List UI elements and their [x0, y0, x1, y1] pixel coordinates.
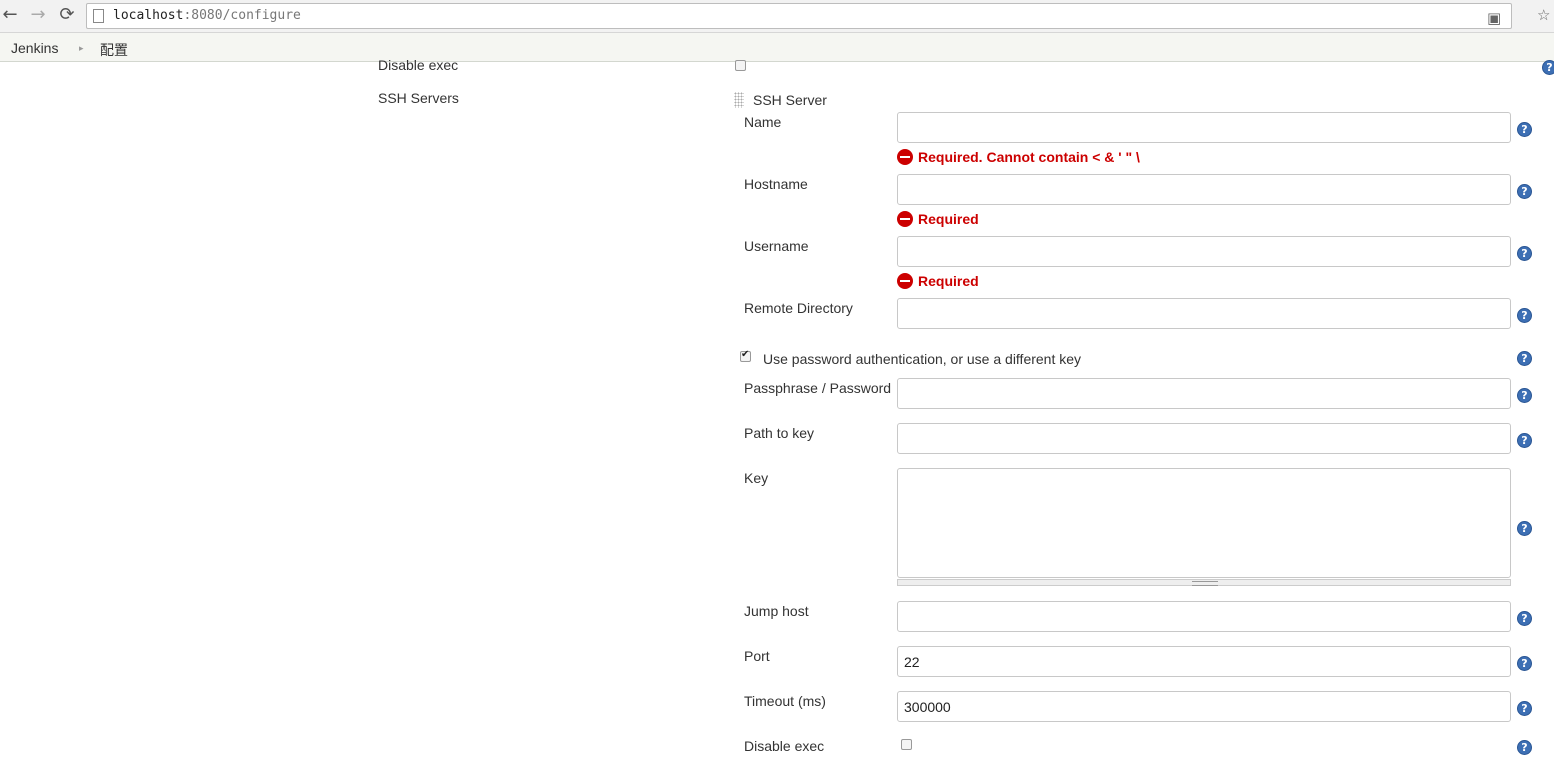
help-icon[interactable]: ?	[1517, 351, 1532, 366]
key-textarea[interactable]	[897, 468, 1511, 578]
disable-exec-label-top: Disable exec	[378, 57, 459, 73]
help-icon[interactable]: ?	[1517, 184, 1532, 199]
hostname-label: Hostname	[744, 176, 808, 192]
help-icon[interactable]: ?	[1517, 246, 1532, 261]
username-label: Username	[744, 238, 809, 254]
key-label: Key	[744, 470, 769, 486]
remote-directory-input[interactable]	[897, 298, 1511, 329]
breadcrumb-separator-icon: ▸	[79, 43, 84, 53]
timeout-label: Timeout (ms)	[744, 693, 826, 709]
path-to-key-label: Path to key	[744, 425, 815, 441]
remote-directory-label: Remote Directory	[744, 300, 853, 316]
breadcrumb: Jenkins ▸ 配置	[0, 33, 1554, 62]
browser-toolbar: ← → ⟳ localhost:8080/configure ▣ ☆	[0, 0, 1554, 33]
help-icon[interactable]: ?	[1517, 388, 1532, 403]
help-icon[interactable]: ?	[1517, 433, 1532, 448]
disable-exec-label: Disable exec	[744, 738, 825, 754]
url-text: localhost:8080/configure	[113, 8, 301, 23]
bookmark-star-icon[interactable]: ☆	[1537, 6, 1550, 24]
breadcrumb-configure[interactable]: 配置	[100, 40, 128, 60]
hostname-input[interactable]	[897, 174, 1511, 205]
translate-icon[interactable]: ▣	[1487, 9, 1501, 27]
help-icon[interactable]: ?	[1517, 122, 1532, 137]
help-icon[interactable]: ?	[1517, 701, 1532, 716]
name-label: Name	[744, 114, 782, 130]
timeout-input[interactable]	[897, 691, 1511, 722]
disable-exec-checkbox-top[interactable]	[735, 60, 746, 71]
help-icon[interactable]: ?	[1517, 308, 1532, 323]
jump-host-label: Jump host	[744, 603, 809, 619]
help-icon[interactable]: ?	[1517, 740, 1532, 755]
name-error: Required. Cannot contain < & ' " \	[897, 149, 1140, 166]
help-icon[interactable]: ?	[1517, 656, 1532, 671]
help-icon[interactable]: ?	[1517, 521, 1532, 536]
forward-arrow-icon[interactable]: →	[28, 5, 48, 25]
passphrase-input[interactable]	[897, 378, 1511, 409]
hostname-error: Required	[897, 211, 979, 228]
reload-icon[interactable]: ⟳	[57, 5, 77, 25]
disable-exec-checkbox[interactable]	[901, 739, 912, 750]
use-password-auth-label: Use password authentication, or use a di…	[763, 351, 1082, 367]
textarea-resize-handle[interactable]	[897, 579, 1511, 586]
error-icon	[897, 211, 913, 228]
help-icon[interactable]: ?	[1542, 60, 1554, 75]
back-arrow-icon[interactable]: ←	[0, 5, 20, 25]
ssh-server-heading: SSH Server	[753, 92, 827, 108]
address-bar[interactable]: localhost:8080/configure ▣	[86, 3, 1512, 29]
use-password-auth-checkbox[interactable]	[740, 349, 751, 362]
jump-host-input[interactable]	[897, 601, 1511, 632]
passphrase-label: Passphrase / Password	[744, 380, 892, 396]
name-input[interactable]	[897, 112, 1511, 143]
username-error: Required	[897, 273, 979, 290]
error-icon	[897, 273, 913, 290]
port-input[interactable]	[897, 646, 1511, 677]
breadcrumb-jenkins[interactable]: Jenkins	[11, 40, 58, 56]
username-input[interactable]	[897, 236, 1511, 267]
path-to-key-input[interactable]	[897, 423, 1511, 454]
help-icon[interactable]: ?	[1517, 611, 1532, 626]
ssh-servers-label: SSH Servers	[378, 90, 459, 106]
error-icon	[897, 149, 913, 166]
page-icon	[93, 9, 104, 23]
port-label: Port	[744, 648, 770, 664]
drag-handle-icon[interactable]	[734, 92, 744, 108]
